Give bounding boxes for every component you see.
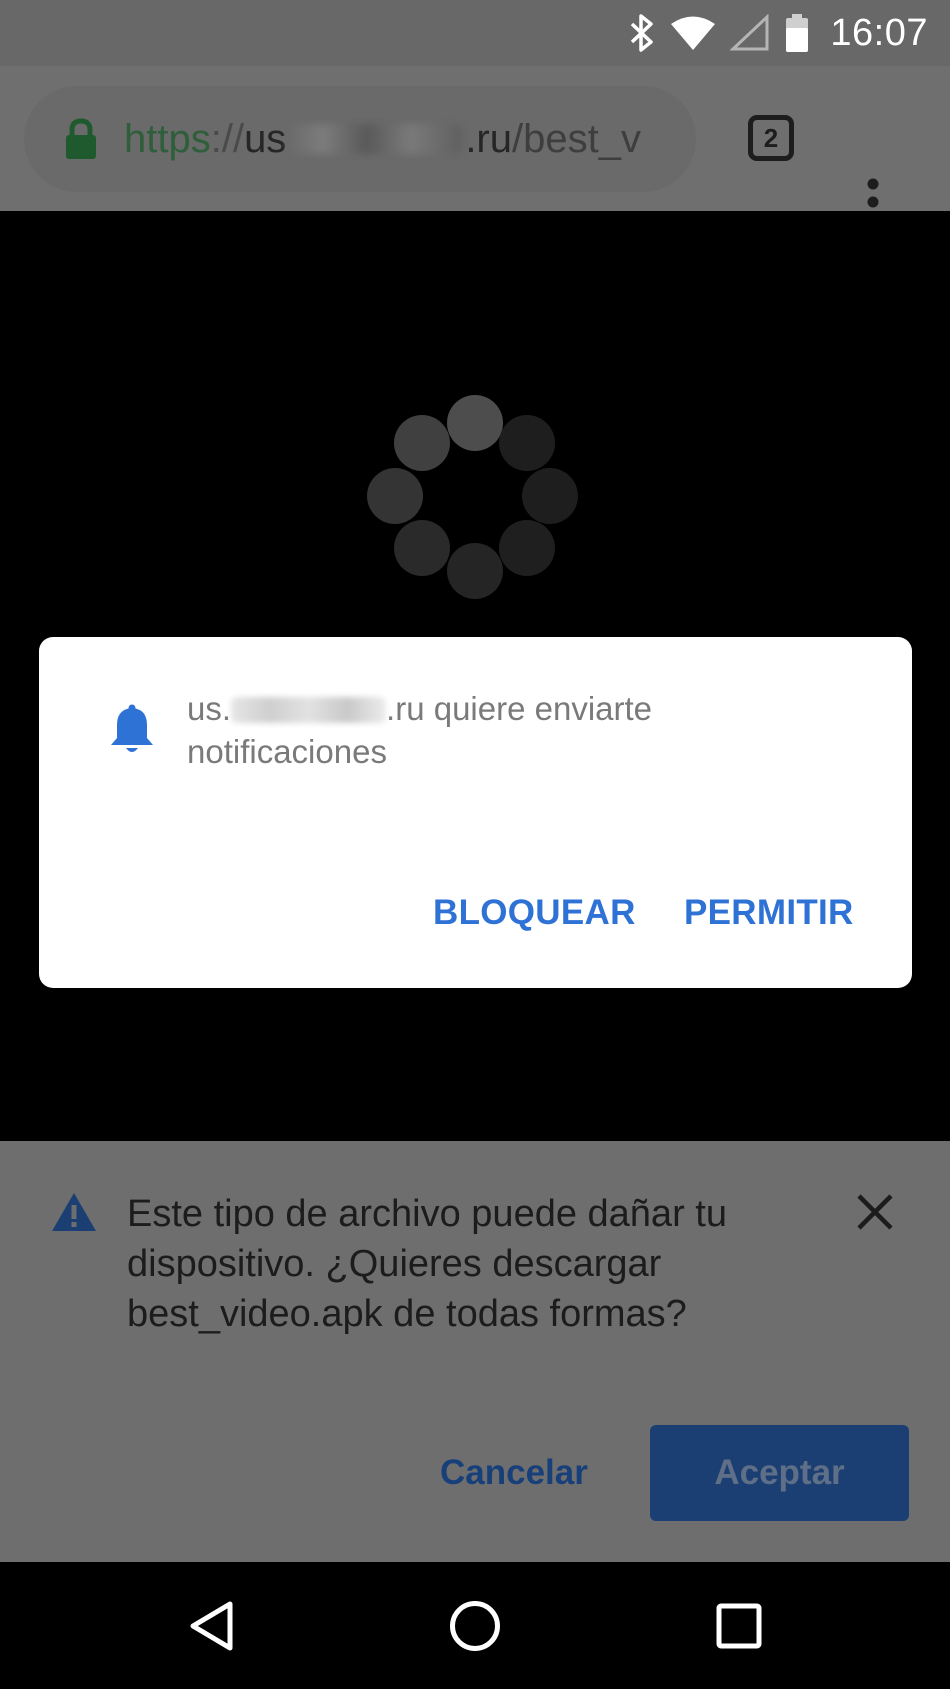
- lock-icon: [66, 118, 96, 159]
- signal-icon: [730, 14, 769, 51]
- block-button[interactable]: BLOQUEAR: [433, 893, 636, 933]
- wifi-icon: [671, 16, 716, 50]
- tabs-icon[interactable]: 2: [748, 115, 794, 161]
- bell-icon: [111, 704, 153, 752]
- url-bar[interactable]: https://us .ru/best_v: [24, 86, 696, 192]
- status-time: 16:07: [830, 11, 928, 54]
- home-icon[interactable]: [449, 1600, 501, 1652]
- close-icon[interactable]: [856, 1193, 894, 1231]
- url-redacted-blur: [288, 123, 464, 154]
- url-host-end: .ru: [465, 116, 512, 161]
- status-bar: 16:07: [0, 0, 950, 66]
- url-scheme: https: [124, 116, 211, 161]
- cancel-button[interactable]: Cancelar: [440, 1453, 588, 1493]
- download-warning-sheet: Este tipo de archivo puede dañar tu disp…: [0, 1141, 950, 1562]
- bluetooth-icon: [631, 14, 654, 52]
- accept-button[interactable]: Aceptar: [650, 1425, 909, 1521]
- allow-button[interactable]: PERMITIR: [684, 893, 854, 933]
- permission-host-end: .ru: [386, 690, 425, 727]
- permission-host-start: us.: [187, 690, 232, 727]
- browser-toolbar: https://us .ru/best_v 2: [0, 66, 950, 226]
- battery-icon: [786, 14, 809, 52]
- url-host-start: us: [244, 116, 287, 161]
- host-redacted-blur: [231, 697, 387, 723]
- loading-spinner-icon: [367, 395, 578, 599]
- url-path: /best_v: [512, 116, 641, 161]
- back-icon[interactable]: [188, 1600, 236, 1652]
- permission-message: us. .ru quiere enviarte notificaciones: [187, 687, 827, 773]
- tab-count-label: 2: [763, 122, 779, 153]
- navigation-bar: [0, 1562, 950, 1689]
- recents-icon[interactable]: [716, 1603, 762, 1649]
- url-text: https://us .ru/best_v: [124, 117, 641, 162]
- notification-permission-dialog: us. .ru quiere enviarte notificaciones BL…: [39, 637, 912, 988]
- url-separator: ://: [210, 116, 245, 161]
- warning-icon: [52, 1193, 96, 1231]
- download-warning-message: Este tipo de archivo puede dañar tu disp…: [127, 1193, 727, 1335]
